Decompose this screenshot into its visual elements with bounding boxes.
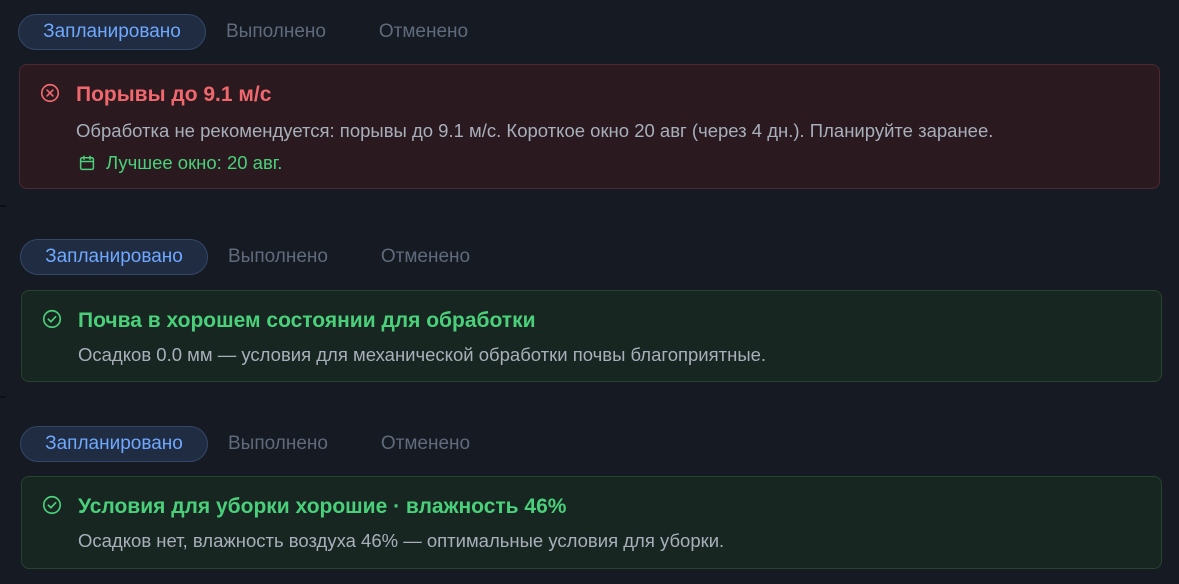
card-title: Условия для уборки хорошие · влажность 4… xyxy=(78,495,567,518)
success-card: Условия для уборки хорошие · влажность 4… xyxy=(21,476,1162,569)
status-tabs: Запланировано Выполнено Отменено xyxy=(20,238,503,276)
card-description: Осадков нет, влажность воздуха 46% — опт… xyxy=(78,530,725,551)
card-title: Почва в хорошем состоянии для обработки xyxy=(78,309,536,332)
tab-planned[interactable]: Запланировано xyxy=(20,239,208,275)
tab-cancelled[interactable]: Отменено xyxy=(346,14,501,50)
tab-cancelled[interactable]: Отменено xyxy=(348,426,503,462)
card-title: Порывы до 9.1 м/с xyxy=(76,83,272,106)
tab-planned[interactable]: Запланировано xyxy=(20,426,208,462)
status-tabs: Запланировано Выполнено Отменено xyxy=(20,425,503,463)
check-circle-icon xyxy=(42,309,62,329)
divider xyxy=(0,396,6,398)
success-card: Почва в хорошем состоянии для обработки … xyxy=(21,290,1162,382)
warning-card: Порывы до 9.1 м/с Обработка не рекоменду… xyxy=(19,64,1160,189)
check-circle-icon xyxy=(42,495,62,515)
tab-done[interactable]: Выполнено xyxy=(208,426,348,462)
divider xyxy=(0,205,6,207)
best-window-label: Лучшее окно: 20 авг. xyxy=(106,152,283,173)
tab-cancelled[interactable]: Отменено xyxy=(348,239,503,275)
tab-done[interactable]: Выполнено xyxy=(206,14,346,50)
status-tabs: Запланировано Выполнено Отменено xyxy=(18,13,501,51)
x-circle-icon xyxy=(40,83,60,103)
card-description: Обработка не рекомендуется: порывы до 9.… xyxy=(76,120,994,141)
card-description: Осадков 0.0 мм — условия для механическо… xyxy=(78,344,767,365)
tab-done[interactable]: Выполнено xyxy=(208,239,348,275)
calendar-icon xyxy=(79,155,95,171)
tab-planned[interactable]: Запланировано xyxy=(18,14,206,50)
best-window: Лучшее окно: 20 авг. xyxy=(78,152,282,174)
